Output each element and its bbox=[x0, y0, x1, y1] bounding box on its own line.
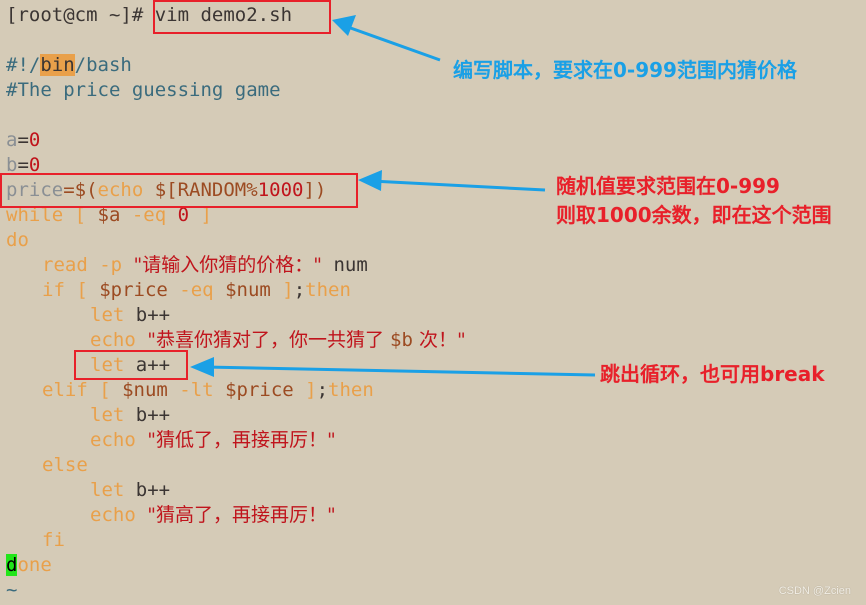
watermark: CSDN @Zcien bbox=[778, 585, 851, 597]
annotation-note-random-1: 随机值要求范围在0-999 bbox=[556, 174, 780, 198]
annotation-note-random-2: 则取1000余数，即在这个范围 bbox=[556, 203, 832, 227]
arrow-icon bbox=[190, 357, 596, 377]
annotation-note-script: 编写脚本，要求在0-999范围内猜价格 bbox=[453, 58, 797, 82]
annotation-arrows bbox=[190, 15, 596, 377]
arrow-icon bbox=[332, 15, 441, 62]
annotation-note-break: 跳出循环，也可用break bbox=[600, 362, 825, 386]
arrow-icon bbox=[358, 170, 546, 192]
